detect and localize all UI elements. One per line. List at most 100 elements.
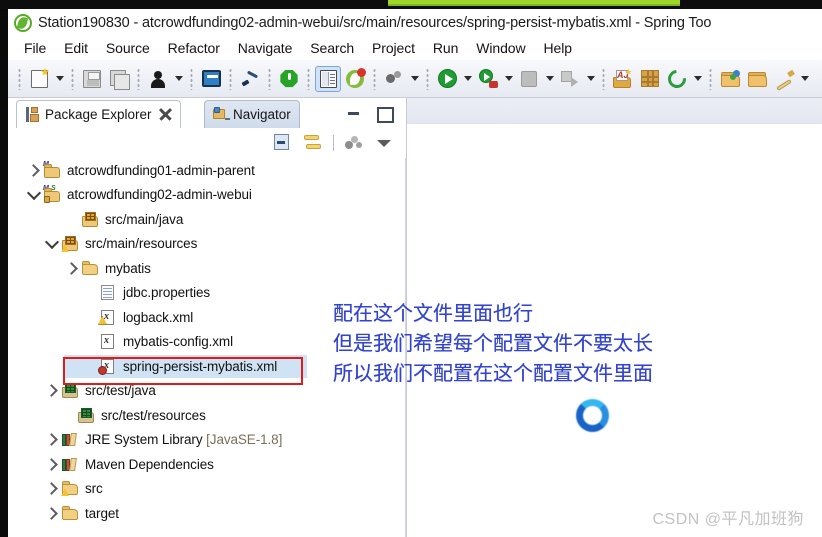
annotation-line-1: 配在这个文件里面也行 [333,303,533,325]
tree-node-label: src/test/resources [101,407,206,423]
link-editor-icon[interactable] [303,133,323,153]
tree-node-label: src/main/java [105,211,184,227]
tree-node-src[interactable]: src [8,477,405,502]
folder-warning-icon [60,480,79,497]
green-circle-new-icon[interactable] [664,65,690,92]
folder-icon [60,505,79,522]
chevron-right-icon[interactable] [44,379,60,403]
green-hex-icon[interactable] [276,66,302,92]
library-icon [60,456,79,473]
toolbar-separator [307,67,310,90]
new-file-icon[interactable] [26,66,52,92]
tree-node-src-main-resources[interactable]: src/main/resources [8,232,405,257]
annotation-line-3: 所以我们不配置在这个配置文件里面 [333,363,653,385]
menu-source[interactable]: Source [97,40,159,56]
debug-tools-dropdown-chevron-down-icon[interactable] [408,66,421,92]
application-window: Station190830 - atcrowdfunding02-admin-w… [0,0,822,537]
tree-node-label: JRE System Library [85,432,207,448]
tree-node-label: target [85,505,119,521]
tree-node-atcrowdfunding01-admin-parent[interactable]: M atcrowdfunding01-admin-parent [8,158,405,183]
menu-project[interactable]: Project [363,40,424,56]
menu-navigate[interactable]: Navigate [229,40,301,56]
twisty-placeholder [64,207,80,231]
menu-file[interactable]: File [20,40,55,56]
debug-bug-icon[interactable] [475,66,501,92]
chevron-right-icon[interactable] [44,428,60,452]
maximize-view-icon[interactable] [376,106,394,123]
save-all-icon[interactable] [106,66,132,92]
tab-navigator[interactable]: Navigator [204,100,300,128]
new-class-dropdown-chevron-down-icon[interactable] [691,66,704,92]
menu-help[interactable]: Help [535,40,581,56]
chevron-right-icon[interactable] [44,477,60,501]
test-source-folder-icon [60,382,79,399]
tab-package-explorer[interactable]: Package Explorer [16,100,181,128]
tree-node-src-main-java[interactable]: src/main/java [8,207,405,232]
test-source-folder-icon [76,407,95,424]
tree-node-atcrowdfunding02-admin-webui[interactable]: MS atcrowdfunding02-admin-webui [8,183,405,208]
collapse-all-icon[interactable] [273,133,293,153]
person-icon[interactable] [145,66,171,92]
toolbar-separator [426,67,429,90]
open-folder-ball-icon[interactable] [717,66,743,92]
tree-node-maven-dependencies[interactable]: Maven Dependencies [8,452,405,477]
run-dropdown-chevron-down-icon[interactable] [461,66,474,92]
view-menu-chevron-down-icon[interactable] [374,133,394,153]
chevron-right-icon[interactable] [44,501,60,525]
toolbar-separator [268,67,271,90]
minimize-view-icon[interactable] [346,106,362,122]
tree-node-src-test-resources[interactable]: src/test/resources [8,403,405,428]
user-dropdown-chevron-down-icon[interactable] [172,66,185,92]
run-play-icon[interactable] [434,66,460,92]
spring-leaf-icon [14,13,32,32]
close-icon[interactable] [159,108,172,121]
tree-node-label: atcrowdfunding01-admin-parent [67,162,255,178]
tree-node-label: logback.xml [123,309,194,325]
menu-window[interactable]: Window [467,40,534,56]
tree-node-target[interactable]: target [8,501,405,526]
main-toolbar: AJ [8,60,822,98]
chevron-right-icon[interactable] [26,158,42,182]
aspectj-folder-icon[interactable]: AJ [610,66,636,92]
menu-refactor[interactable]: Refactor [159,40,229,56]
book-icon[interactable] [315,65,341,92]
library-icon [60,431,79,448]
chevron-down-icon[interactable] [44,232,60,256]
pen-strike-icon[interactable] [237,66,263,92]
twisty-placeholder [82,281,98,305]
view-presentation-icon[interactable] [344,133,364,153]
tree-node-label: atcrowdfunding02-admin-webui [67,187,252,203]
view-toolbar [8,128,406,158]
step-over-dropdown-chevron-down-icon[interactable] [584,66,597,92]
toolbar-separator [602,67,605,90]
open-folder-icon[interactable] [744,66,770,92]
tree-node-label: src/main/resources [85,236,198,252]
debug-dots-icon[interactable] [381,66,407,92]
brush-icon[interactable] [771,66,797,92]
maven-project-icon: M [42,161,61,179]
monitor-icon[interactable] [198,66,224,92]
xml-file-error-icon: x [98,358,117,375]
debug-dropdown-chevron-down-icon[interactable] [502,66,515,92]
chevron-right-icon[interactable] [44,452,60,476]
annotation-text: 配在这个文件里面也行 但是我们希望每个配置文件不要太长 所以我们不配置在这个配置… [333,299,653,389]
window-top-strip [0,0,822,9]
loading-spinner [576,399,609,432]
menu-search[interactable]: Search [301,40,363,56]
save-icon[interactable] [79,66,105,92]
menu-run[interactable]: Run [424,40,467,56]
new-wizard-dropdown-chevron-down-icon[interactable] [53,66,66,92]
chevron-down-icon[interactable] [26,183,42,207]
stop-dropdown-chevron-down-icon[interactable] [543,66,556,92]
stop-square-icon[interactable] [516,66,542,92]
green-accent-bar [388,0,680,6]
quick-access-dropdown-chevron-down-icon[interactable] [798,66,811,92]
chevron-right-icon[interactable] [64,256,80,280]
tree-node-jre-system-library[interactable]: JRE System Library [JavaSE-1.8] [8,428,405,453]
spring-badge-icon[interactable] [342,66,368,92]
menu-edit[interactable]: Edit [55,40,97,56]
tree-node-mybatis[interactable]: mybatis [8,256,405,281]
step-over-icon[interactable] [557,66,583,92]
package-grid-icon[interactable] [637,66,663,92]
editor-header-strip [407,98,822,124]
